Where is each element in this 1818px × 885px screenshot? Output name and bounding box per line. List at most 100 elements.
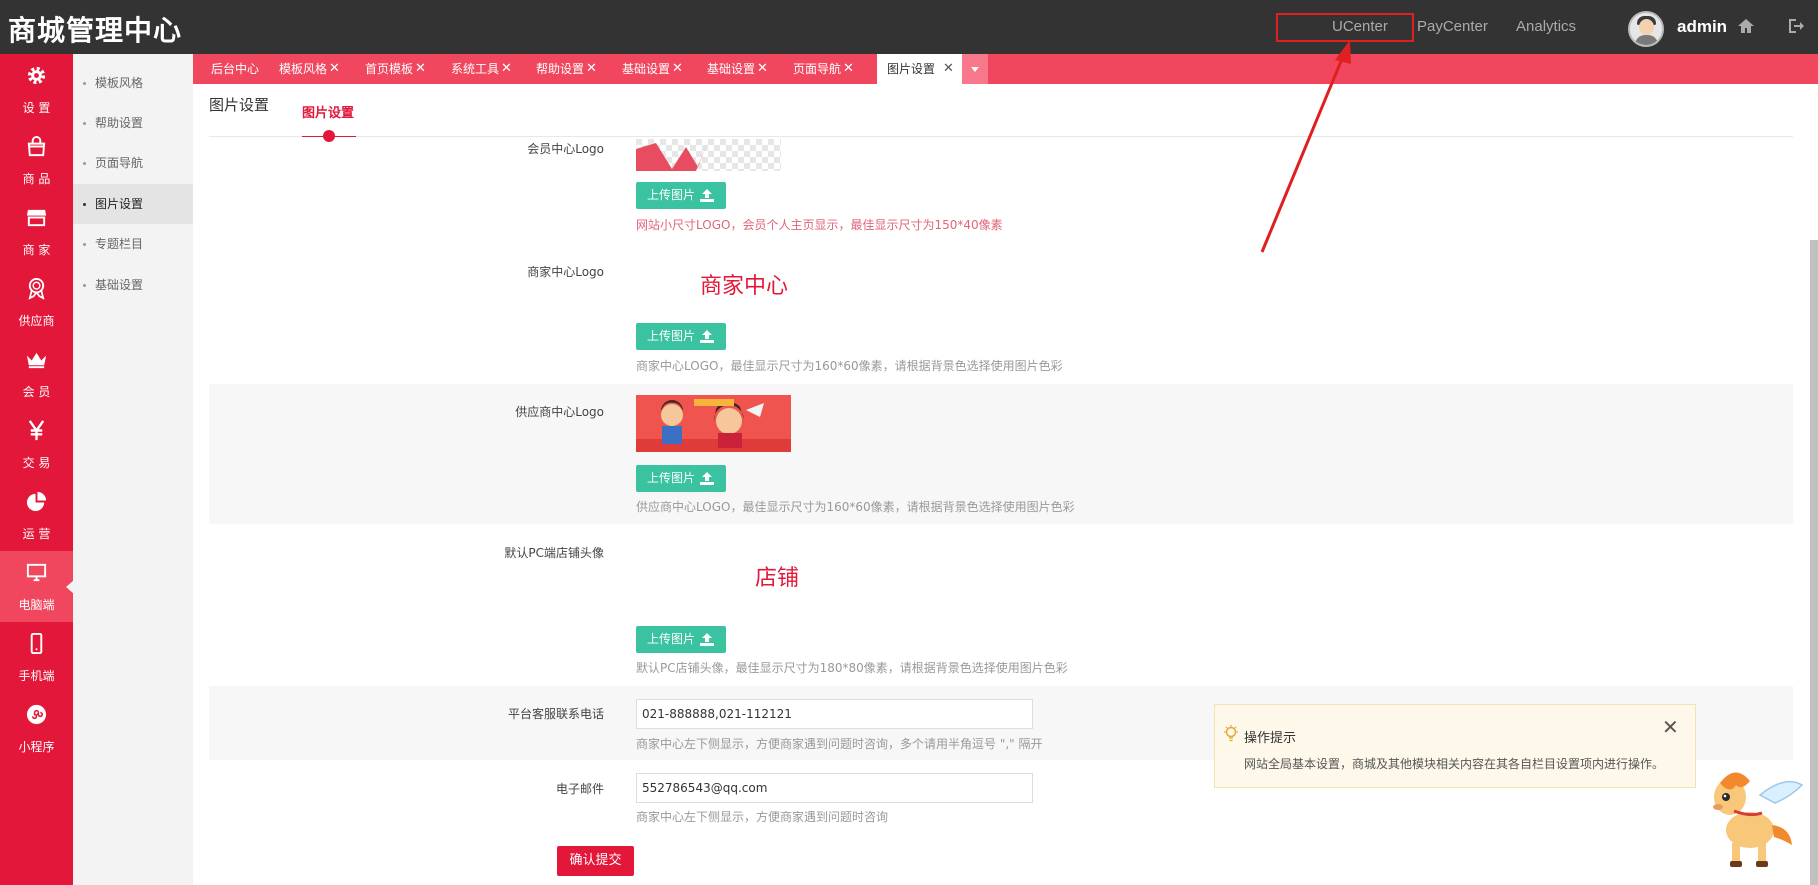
upload-icon <box>700 472 714 485</box>
close-icon[interactable]: ✕ <box>501 54 512 84</box>
close-icon[interactable]: ✕ <box>329 54 340 84</box>
miniprogram-icon <box>26 704 47 725</box>
tab-label: 页面导航 <box>793 62 842 76</box>
mobile-icon <box>30 632 43 655</box>
logout-icon[interactable] <box>1786 16 1806 36</box>
tab-home-template[interactable]: 首页模板 ✕ <box>347 54 433 84</box>
home-icon[interactable] <box>1736 16 1756 36</box>
nav-label: 交 易 <box>22 456 51 470</box>
shop-avatar-hint: 默认PC店铺头像，最佳显示尺寸为180*80像素，请根据背景色选择使用图片色彩 <box>636 661 1068 675</box>
tab-label: 基础设置 <box>622 62 671 76</box>
close-icon[interactable]: ✕ <box>1662 715 1679 739</box>
upload-icon <box>700 633 714 646</box>
upload-label: 上传图片 <box>647 471 696 485</box>
nav-label: 供应商 <box>18 314 55 328</box>
operation-tip-panel: 操作提示 网站全局基本设置，商城及其他模块相关内容在其各自栏目设置项内进行操作。… <box>1214 704 1696 788</box>
submit-button[interactable]: 确认提交 <box>557 846 634 876</box>
analytics-link[interactable]: Analytics <box>1516 18 1576 35</box>
phone-hint: 商家中心左下侧显示，方便商家遇到问题时咨询，多个请用半角逗号 "," 隔开 <box>636 737 1043 751</box>
upload-button-shop-avatar[interactable]: 上传图片 <box>636 626 726 653</box>
close-icon[interactable]: ✕ <box>943 54 954 84</box>
shop-avatar-label: 默认PC端店铺头像 <box>504 546 604 560</box>
close-icon[interactable]: ✕ <box>586 54 597 84</box>
nav-goods[interactable]: 商 品 <box>0 125 73 196</box>
tab-dropdown-button[interactable] <box>962 54 988 84</box>
medal-icon <box>28 277 45 300</box>
yen-icon <box>28 420 45 441</box>
nav-label: 运 营 <box>22 527 51 541</box>
nav-label: 商 品 <box>22 172 51 186</box>
upload-button-member-logo[interactable]: 上传图片 <box>636 182 726 209</box>
member-logo-hint: 网站小尺寸LOGO，会员个人主页显示，最佳显示尺寸为150*40像素 <box>636 218 1003 232</box>
close-icon[interactable]: ✕ <box>672 54 683 84</box>
subnav-item-page-nav[interactable]: 页面导航 <box>73 143 193 183</box>
nav-trade[interactable]: 交 易 <box>0 409 73 480</box>
nav-operation[interactable]: 运 营 <box>0 480 73 551</box>
nav-supplier[interactable]: 供应商 <box>0 267 73 338</box>
page-scrollbar[interactable] <box>1810 240 1818 885</box>
tab-label: 帮助设置 <box>536 62 585 76</box>
close-icon[interactable]: ✕ <box>843 54 854 84</box>
nav-miniprogram[interactable]: 小程序 <box>0 693 73 764</box>
tip-title: 操作提示 <box>1244 731 1297 746</box>
admin-username[interactable]: admin <box>1677 17 1727 37</box>
subnav-item-basic[interactable]: 基础设置 <box>73 265 193 305</box>
sub-sidebar: 模板风格 帮助设置 页面导航 图片设置 专题栏目 基础设置 <box>73 54 193 885</box>
nav-label: 手机端 <box>18 669 55 683</box>
tab-basic-settings-2[interactable]: 基础设置 ✕ <box>689 54 775 84</box>
lightbulb-icon <box>1224 725 1238 742</box>
tab-page-nav[interactable]: 页面导航 ✕ <box>775 54 861 84</box>
tab-image-settings[interactable]: 图片设置 ✕ <box>877 54 962 84</box>
merchant-logo-hint: 商家中心LOGO，最佳显示尺寸为160*60像素，请根据背景色选择使用图片色彩 <box>636 359 1063 373</box>
upload-button-merchant-logo[interactable]: 上传图片 <box>636 323 726 350</box>
tab-template-style[interactable]: 模板风格 ✕ <box>261 54 347 84</box>
nav-label: 会 员 <box>22 385 51 399</box>
ucenter-link[interactable]: UCenter <box>1332 18 1388 35</box>
close-icon[interactable]: ✕ <box>415 54 426 84</box>
main-sidebar: 设 置 商 品 商 家 供应商 会 员 交 易 运 营 电脑端 手机端 小程序 <box>0 54 74 885</box>
nav-merchant[interactable]: 商 家 <box>0 196 73 267</box>
subnav-item-topic[interactable]: 专题栏目 <box>73 224 193 264</box>
nav-label: 商 家 <box>22 243 51 257</box>
top-bar: 商城管理中心 UCenter PayCenter Analytics admin <box>0 0 1818 54</box>
subtab-image-settings[interactable]: 图片设置 <box>302 102 354 121</box>
tab-backend-center[interactable]: 后台中心 <box>193 54 261 84</box>
paycenter-link[interactable]: PayCenter <box>1417 18 1488 35</box>
store-icon <box>26 209 47 227</box>
email-input[interactable]: 552786543@qq.com <box>636 773 1033 803</box>
divider <box>209 136 1793 137</box>
tab-label: 首页模板 <box>365 62 414 76</box>
upload-icon <box>700 330 714 343</box>
merchant-logo-image-text: 商家中心 <box>700 274 789 299</box>
nav-label: 小程序 <box>18 740 55 754</box>
member-logo-image <box>636 139 781 171</box>
brand-title: 商城管理中心 <box>8 14 183 47</box>
tab-label: 图片设置 <box>887 62 936 76</box>
tab-help-settings[interactable]: 帮助设置 ✕ <box>518 54 604 84</box>
tab-system-tools[interactable]: 系统工具 ✕ <box>433 54 518 84</box>
tab-label: 系统工具 <box>451 62 500 76</box>
subnav-item-help[interactable]: 帮助设置 <box>73 103 193 143</box>
crown-icon <box>26 352 47 369</box>
nav-member[interactable]: 会 员 <box>0 338 73 409</box>
page-title: 图片设置 <box>209 96 270 114</box>
shop-avatar-image-text: 店铺 <box>755 566 800 591</box>
phone-input[interactable]: 021-888888,021-112121 <box>636 699 1033 729</box>
subnav-item-image-settings[interactable]: 图片设置 <box>73 184 193 224</box>
email-label: 电子邮件 <box>555 782 604 796</box>
nav-mobile[interactable]: 手机端 <box>0 622 73 693</box>
nav-settings[interactable]: 设 置 <box>0 54 73 125</box>
shopping-bag-icon <box>27 135 46 157</box>
subnav-item-template-style[interactable]: 模板风格 <box>73 63 193 103</box>
tab-label: 基础设置 <box>707 62 756 76</box>
upload-label: 上传图片 <box>647 188 696 202</box>
close-icon[interactable]: ✕ <box>757 54 768 84</box>
upload-button-supplier-logo[interactable]: 上传图片 <box>636 465 726 492</box>
annotation-arrow <box>1260 40 1351 253</box>
tab-basic-settings[interactable]: 基础设置 ✕ <box>604 54 689 84</box>
gear-icon <box>27 66 46 85</box>
upload-label: 上传图片 <box>647 329 696 343</box>
nav-pc[interactable]: 电脑端 <box>0 551 74 622</box>
avatar[interactable] <box>1628 11 1664 47</box>
tab-label: 后台中心 <box>211 62 260 76</box>
